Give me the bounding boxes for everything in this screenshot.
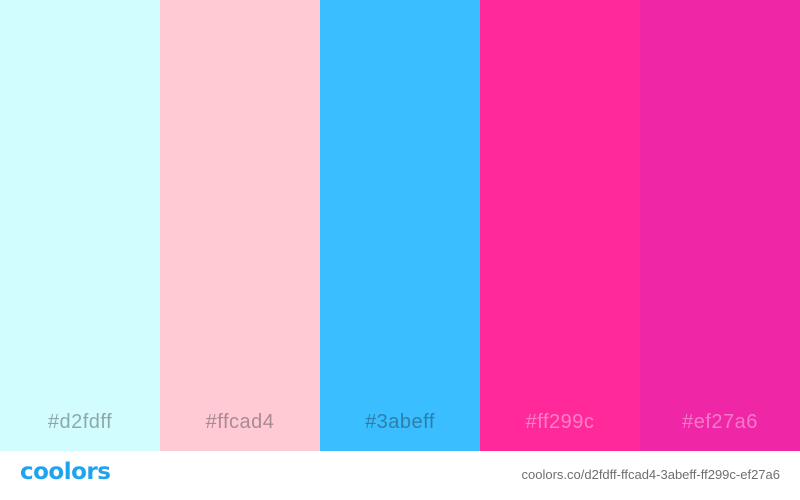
color-palette: #d2fdff #ffcad4 #3abeff #ff299c #ef27a6 bbox=[0, 0, 800, 451]
hex-label-1: #d2fdff bbox=[47, 411, 113, 433]
footer-bar: coolors coolors.co/d2fdff-ffcad4-3abeff-… bbox=[0, 451, 800, 500]
color-swatch-2[interactable]: #ffcad4 bbox=[160, 0, 320, 451]
color-swatch-1[interactable]: #d2fdff bbox=[0, 0, 160, 451]
color-swatch-4[interactable]: #ff299c bbox=[480, 0, 640, 451]
palette-url-link[interactable]: coolors.co/d2fdff-ffcad4-3abeff-ff299c-e… bbox=[522, 467, 781, 482]
color-swatch-5[interactable]: #ef27a6 bbox=[640, 0, 800, 451]
hex-label-5: #ef27a6 bbox=[682, 411, 758, 433]
coolors-logo[interactable]: coolors bbox=[20, 459, 111, 485]
color-swatch-3[interactable]: #3abeff bbox=[320, 0, 480, 451]
hex-label-4: #ff299c bbox=[525, 411, 595, 433]
hex-label-3: #3abeff bbox=[365, 411, 435, 433]
hex-label-2: #ffcad4 bbox=[205, 411, 275, 433]
